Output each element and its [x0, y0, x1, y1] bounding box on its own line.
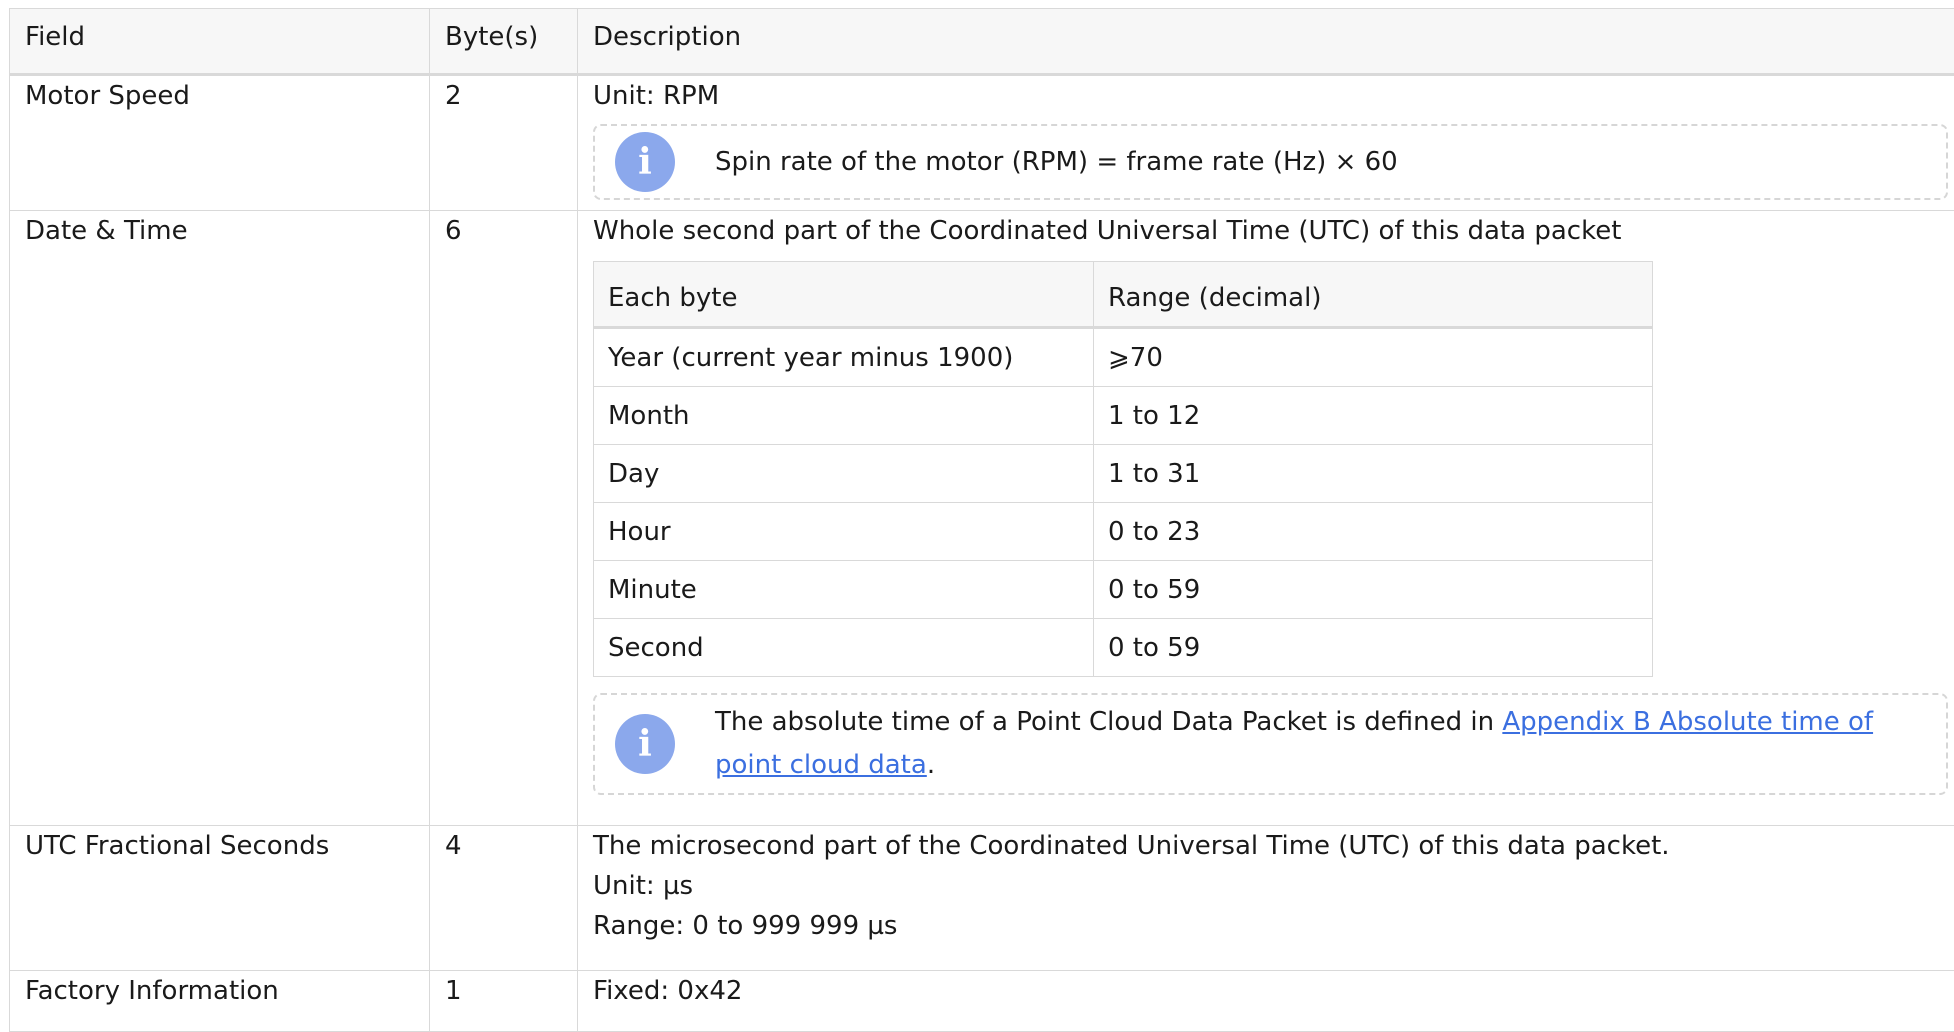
- header-bytes: Byte(s): [430, 9, 578, 75]
- table-row: Minute 0 to 59: [594, 561, 1653, 619]
- byte-range: 0 to 23: [1094, 503, 1653, 561]
- byte-name: Hour: [594, 503, 1094, 561]
- byte-name: Minute: [594, 561, 1094, 619]
- field-bytes: 2: [430, 75, 578, 211]
- note-text: The absolute time of a Point Cloud Data …: [715, 701, 1926, 787]
- byte-range: 1 to 12: [1094, 387, 1653, 445]
- note-suffix: .: [927, 750, 935, 780]
- description-text: Unit: RPM: [593, 76, 1948, 116]
- field-bytes: 1: [430, 971, 578, 1032]
- byte-name: Month: [594, 387, 1094, 445]
- table-row: Year (current year minus 1900) ⩾70: [594, 328, 1653, 387]
- description-text: Whole second part of the Coordinated Uni…: [593, 211, 1948, 251]
- field-bytes: 4: [430, 826, 578, 971]
- field-name: Motor Speed: [10, 75, 430, 211]
- packet-fields-table: Field Byte(s) Description Motor Speed 2 …: [9, 8, 1954, 1032]
- field-description: Whole second part of the Coordinated Uni…: [578, 211, 1954, 826]
- byte-name: Year (current year minus 1900): [594, 328, 1094, 387]
- field-bytes: 6: [430, 211, 578, 826]
- header-each-byte: Each byte: [594, 262, 1094, 328]
- byte-range: 0 to 59: [1094, 619, 1653, 677]
- field-description: Fixed: 0x42: [578, 971, 1954, 1032]
- description-unit: Unit: µs: [593, 866, 1948, 906]
- document-page: Field Byte(s) Description Motor Speed 2 …: [0, 0, 1954, 1017]
- table-row-factory-information: Factory Information 1 Fixed: 0x42: [10, 971, 1954, 1032]
- field-name: Factory Information: [10, 971, 430, 1032]
- description-range: Range: 0 to 999 999 µs: [593, 906, 1948, 946]
- header-range: Range (decimal): [1094, 262, 1653, 328]
- sub-table-header-row: Each byte Range (decimal): [594, 262, 1653, 328]
- note-prefix: The absolute time of a Point Cloud Data …: [715, 707, 1502, 737]
- table-header-row: Field Byte(s) Description: [10, 9, 1954, 75]
- byte-range: 1 to 31: [1094, 445, 1653, 503]
- table-row: Hour 0 to 23: [594, 503, 1653, 561]
- info-icon: i: [615, 132, 675, 192]
- table-row: Second 0 to 59: [594, 619, 1653, 677]
- note-text: Spin rate of the motor (RPM) = frame rat…: [715, 141, 1398, 184]
- table-row-motor-speed: Motor Speed 2 Unit: RPM i Spin rate of t…: [10, 75, 1954, 211]
- date-time-byte-table: Each byte Range (decimal) Year (current …: [593, 261, 1653, 677]
- table-row-date-time: Date & Time 6 Whole second part of the C…: [10, 211, 1954, 826]
- header-field: Field: [10, 9, 430, 75]
- header-description: Description: [578, 9, 1954, 75]
- field-description: The microsecond part of the Coordinated …: [578, 826, 1954, 971]
- field-name: UTC Fractional Seconds: [10, 826, 430, 971]
- field-description: Unit: RPM i Spin rate of the motor (RPM)…: [578, 75, 1954, 211]
- table-row: Month 1 to 12: [594, 387, 1653, 445]
- info-icon: i: [615, 714, 675, 774]
- byte-range: 0 to 59: [1094, 561, 1653, 619]
- info-note: i Spin rate of the motor (RPM) = frame r…: [593, 124, 1948, 200]
- byte-name: Second: [594, 619, 1094, 677]
- info-note: i The absolute time of a Point Cloud Dat…: [593, 693, 1948, 795]
- description-line: The microsecond part of the Coordinated …: [593, 826, 1948, 866]
- byte-name: Day: [594, 445, 1094, 503]
- table-row-utc-fractional-seconds: UTC Fractional Seconds 4 The microsecond…: [10, 826, 1954, 971]
- byte-range: ⩾70: [1094, 328, 1653, 387]
- table-row: Day 1 to 31: [594, 445, 1653, 503]
- field-name: Date & Time: [10, 211, 430, 826]
